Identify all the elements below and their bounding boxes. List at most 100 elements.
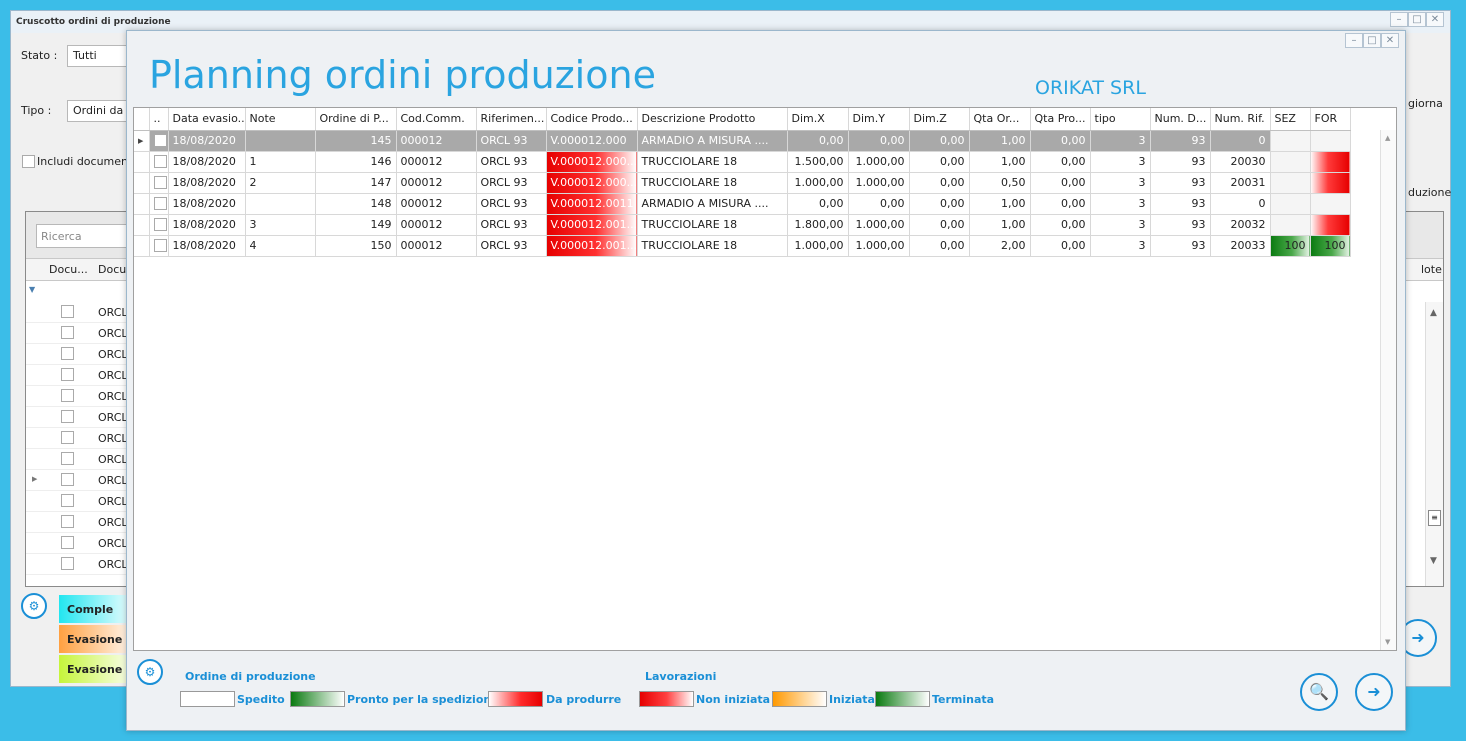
- bg-close-button[interactable]: ✕: [1426, 12, 1444, 27]
- stato-select[interactable]: Tutti: [67, 45, 129, 67]
- cell-dim-z[interactable]: 0,00: [909, 151, 970, 173]
- cell-rif[interactable]: ORCL 93: [476, 130, 547, 152]
- cell-sez[interactable]: [1270, 193, 1311, 215]
- row-checkbox[interactable]: [153, 239, 167, 253]
- cell-num-doc[interactable]: 93: [1150, 130, 1211, 152]
- cell-qta-ordinata[interactable]: 0,50: [969, 172, 1031, 194]
- row-checkbox[interactable]: [61, 347, 74, 360]
- aggiorna-label[interactable]: giorna: [1408, 97, 1443, 110]
- cell-for[interactable]: [1310, 193, 1351, 215]
- scroll-up-icon[interactable]: ▲: [1385, 134, 1390, 142]
- cell-ordine[interactable]: 148: [315, 193, 397, 215]
- cell-ordine[interactable]: 147: [315, 172, 397, 194]
- col-header-data-evasione[interactable]: Data evasio...: [168, 108, 246, 131]
- cell-data[interactable]: 18/08/2020: [168, 235, 246, 257]
- row-checkbox[interactable]: [153, 134, 167, 148]
- cell-codice[interactable]: V.000012.001...: [546, 235, 638, 257]
- cell-note[interactable]: [245, 130, 316, 152]
- scroll-down-icon[interactable]: ▼: [1385, 638, 1390, 646]
- exit-icon[interactable]: ➜: [1355, 673, 1393, 711]
- cell-note[interactable]: 2: [245, 172, 316, 194]
- cell-note[interactable]: 4: [245, 235, 316, 257]
- cell-codice[interactable]: V.000012.000: [546, 130, 638, 152]
- bg-maximize-button[interactable]: □: [1408, 12, 1426, 27]
- cell-num-doc[interactable]: 93: [1150, 172, 1211, 194]
- col-header-note[interactable]: lote: [1421, 263, 1442, 276]
- cell-dim-y[interactable]: 0,00: [848, 193, 910, 215]
- cell-sez[interactable]: [1270, 151, 1311, 173]
- cell-dim-z[interactable]: 0,00: [909, 172, 970, 194]
- table-row[interactable]: ▶ 18/08/2020 145 000012 ORCL 93 V.000012…: [134, 130, 1351, 152]
- cell-qta-ordinata[interactable]: 1,00: [969, 151, 1031, 173]
- cell-dim-y[interactable]: 1.000,00: [848, 151, 910, 173]
- row-checkbox[interactable]: [61, 305, 74, 318]
- col-header-cod-comm[interactable]: Cod.Comm.: [396, 108, 477, 131]
- cell-num-rif[interactable]: 20033: [1210, 235, 1271, 257]
- cell-tipo[interactable]: 3: [1090, 151, 1151, 173]
- cell-num-doc[interactable]: 93: [1150, 151, 1211, 173]
- cell-sez[interactable]: [1270, 172, 1311, 194]
- cell-for[interactable]: [1310, 172, 1351, 194]
- col-header-num-doc[interactable]: Num. D...: [1150, 108, 1211, 131]
- cell-dim-z[interactable]: 0,00: [909, 193, 970, 215]
- cell-data[interactable]: 18/08/2020: [168, 172, 246, 194]
- cell-qta-prodotta[interactable]: 0,00: [1030, 214, 1091, 236]
- cell-dim-z[interactable]: 0,00: [909, 214, 970, 236]
- cell-comm[interactable]: 000012: [396, 214, 477, 236]
- cell-num-doc[interactable]: 93: [1150, 235, 1211, 257]
- cell-data[interactable]: 18/08/2020: [168, 193, 246, 215]
- col-header-ordine[interactable]: Ordine di P...: [315, 108, 397, 131]
- col-header-qta-prodotta[interactable]: Qta Pro...: [1030, 108, 1091, 131]
- cell-rif[interactable]: ORCL 93: [476, 214, 547, 236]
- row-select-cell[interactable]: [149, 214, 169, 236]
- row-checkbox[interactable]: [61, 536, 74, 549]
- row-checkbox[interactable]: [153, 218, 167, 232]
- cell-data[interactable]: 18/08/2020: [168, 214, 246, 236]
- cell-rif[interactable]: ORCL 93: [476, 151, 547, 173]
- cell-tipo[interactable]: 3: [1090, 130, 1151, 152]
- cell-qta-prodotta[interactable]: 0,00: [1030, 193, 1091, 215]
- row-checkbox[interactable]: [61, 368, 74, 381]
- scroll-down-icon[interactable]: ▼: [1430, 556, 1437, 566]
- cell-qta-prodotta[interactable]: 0,00: [1030, 172, 1091, 194]
- cell-num-rif[interactable]: 20031: [1210, 172, 1271, 194]
- cell-num-doc[interactable]: 93: [1150, 214, 1211, 236]
- scroll-thumb-icon[interactable]: ≡: [1428, 510, 1441, 526]
- row-checkbox[interactable]: [61, 410, 74, 423]
- cell-dim-y[interactable]: 1.000,00: [848, 172, 910, 194]
- cell-ordine[interactable]: 145: [315, 130, 397, 152]
- scroll-up-icon[interactable]: ▲: [1430, 308, 1437, 318]
- cell-qta-ordinata[interactable]: 1,00: [969, 193, 1031, 215]
- row-select-cell[interactable]: [149, 235, 169, 257]
- cell-tipo[interactable]: 3: [1090, 172, 1151, 194]
- cell-descr[interactable]: TRUCCIOLARE 18: [637, 235, 788, 257]
- cell-tipo[interactable]: 3: [1090, 193, 1151, 215]
- row-checkbox[interactable]: [61, 473, 74, 486]
- fg-close-button[interactable]: ✕: [1381, 33, 1399, 48]
- cell-num-rif[interactable]: 20032: [1210, 214, 1271, 236]
- row-checkbox[interactable]: [61, 515, 74, 528]
- cell-rif[interactable]: ORCL 93: [476, 172, 547, 194]
- row-checkbox[interactable]: [153, 176, 167, 190]
- cell-sez[interactable]: 100: [1270, 235, 1311, 257]
- cell-codice[interactable]: V.000012.001...: [546, 214, 638, 236]
- cell-comm[interactable]: 000012: [396, 151, 477, 173]
- cell-codice[interactable]: V.000012.000...: [546, 172, 638, 194]
- cell-dim-x[interactable]: 0,00: [787, 193, 849, 215]
- cell-note[interactable]: [245, 193, 316, 215]
- cell-dim-y[interactable]: 1.000,00: [848, 235, 910, 257]
- row-checkbox[interactable]: [153, 155, 167, 169]
- cell-dim-x[interactable]: 1.500,00: [787, 151, 849, 173]
- cell-qta-prodotta[interactable]: 0,00: [1030, 130, 1091, 152]
- cell-rif[interactable]: ORCL 93: [476, 235, 547, 257]
- row-checkbox[interactable]: [61, 326, 74, 339]
- cell-qta-prodotta[interactable]: 0,00: [1030, 235, 1091, 257]
- cell-tipo[interactable]: 3: [1090, 235, 1151, 257]
- fg-maximize-button[interactable]: □: [1363, 33, 1381, 48]
- bg-minimize-button[interactable]: –: [1390, 12, 1408, 27]
- table-row[interactable]: 18/08/2020 1 146 000012 ORCL 93 V.000012…: [134, 151, 1351, 173]
- col-header-sez[interactable]: SEZ: [1270, 108, 1311, 131]
- cell-dim-z[interactable]: 0,00: [909, 235, 970, 257]
- row-checkbox[interactable]: [61, 431, 74, 444]
- produzione-label[interactable]: duzione: [1408, 186, 1451, 199]
